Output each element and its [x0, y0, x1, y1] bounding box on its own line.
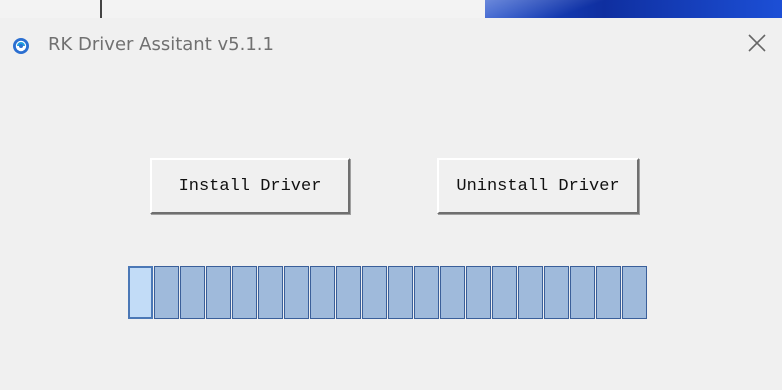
desktop-background — [0, 0, 782, 18]
title-bar[interactable]: RK Driver Assitant v5.1.1 — [0, 18, 782, 68]
progress-segment — [128, 266, 153, 319]
progress-segment — [180, 266, 205, 319]
app-window: RK Driver Assitant v5.1.1 Install Driver… — [0, 18, 782, 390]
progress-segment — [570, 266, 595, 319]
close-icon — [746, 32, 768, 59]
rk-app-icon — [12, 37, 30, 55]
progress-segment — [518, 266, 543, 319]
progress-segment — [466, 266, 491, 319]
progress-segment — [362, 266, 387, 319]
progress-segment — [622, 266, 647, 319]
uninstall-driver-button[interactable]: Uninstall Driver — [437, 158, 639, 214]
progress-segment — [440, 266, 465, 319]
progress-segment — [232, 266, 257, 319]
progress-bar — [128, 266, 648, 319]
progress-segment — [544, 266, 569, 319]
progress-segment — [284, 266, 309, 319]
progress-segment — [492, 266, 517, 319]
wallpaper-fragment — [485, 0, 782, 18]
progress-segment — [414, 266, 439, 319]
progress-segment — [388, 266, 413, 319]
progress-segment — [310, 266, 335, 319]
progress-segment — [596, 266, 621, 319]
progress-segment — [336, 266, 361, 319]
progress-segment — [154, 266, 179, 319]
background-divider — [100, 0, 102, 18]
window-title: RK Driver Assitant v5.1.1 — [48, 34, 274, 55]
install-driver-button[interactable]: Install Driver — [150, 158, 350, 214]
progress-segment — [258, 266, 283, 319]
progress-segment — [206, 266, 231, 319]
close-button[interactable] — [740, 28, 774, 62]
